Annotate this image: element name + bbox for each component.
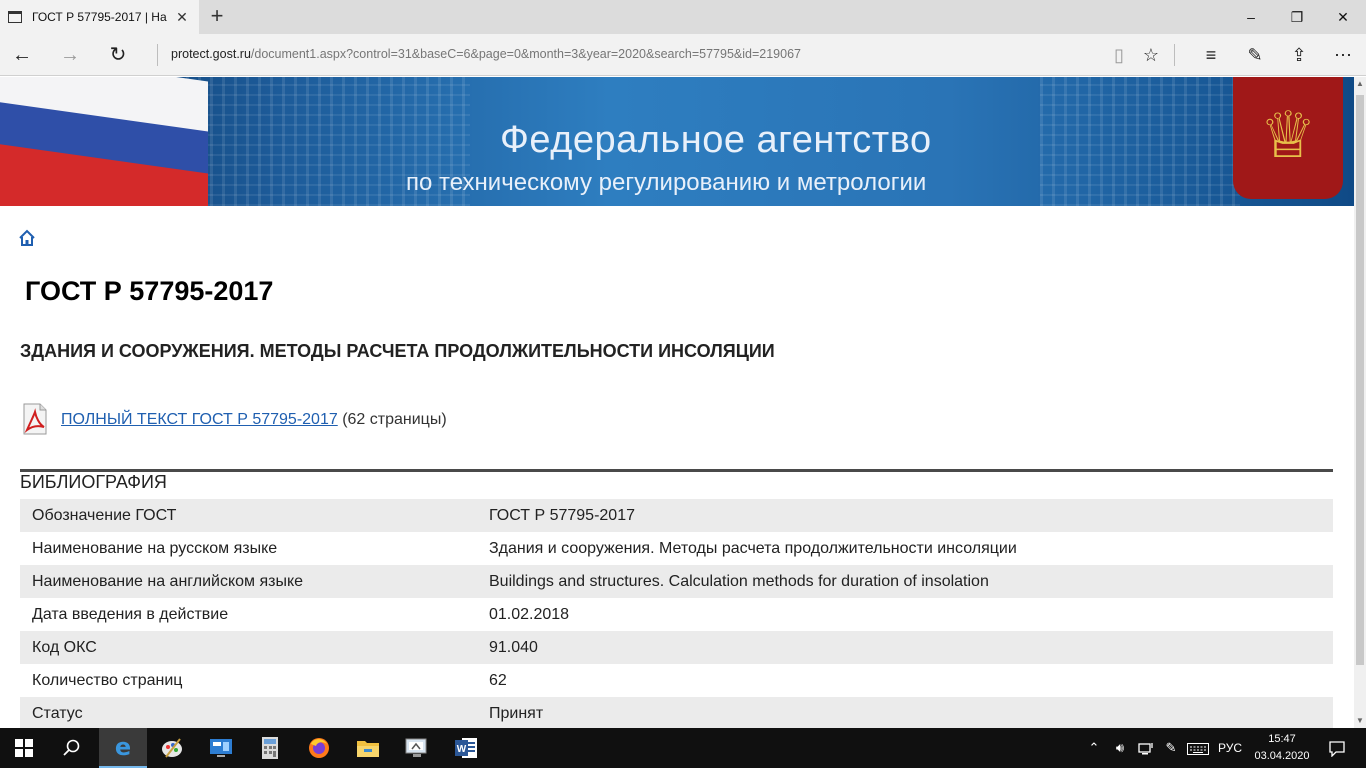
web-note-icon[interactable]: ✎	[1240, 40, 1270, 70]
row-key: Наименование на английском языке	[20, 565, 477, 598]
row-value: 91.040	[477, 631, 1333, 664]
tab-close-button[interactable]: ✕	[172, 8, 192, 26]
russian-flag-image	[0, 77, 208, 206]
tab-title: ГОСТ Р 57795-2017 | На	[32, 10, 167, 24]
table-row: Статус Принят	[20, 697, 1333, 728]
language-indicator[interactable]: РУС	[1214, 728, 1246, 768]
file-explorer-icon[interactable]	[344, 728, 392, 768]
word-icon[interactable]: W	[442, 728, 490, 768]
row-value: 01.02.2018	[489, 605, 570, 623]
row-key: Наименование на русском языке	[32, 539, 278, 557]
home-icon[interactable]	[18, 229, 36, 247]
eagle-icon: ♕	[1259, 99, 1317, 171]
volume-icon[interactable]: 🔊︎	[1108, 728, 1132, 768]
browser-tab[interactable]: ГОСТ Р 57795-2017 | На	[0, 0, 199, 34]
chevron-up-icon[interactable]: ⌃	[1084, 728, 1104, 768]
table-row: Наименование на русском языке Здания и с…	[20, 532, 1333, 565]
full-text-link[interactable]: ПОЛНЫЙ ТЕКСТ ГОСТ Р 57795-2017	[61, 411, 338, 428]
network-icon[interactable]	[1134, 728, 1158, 768]
edge-browser-icon[interactable]: e	[99, 728, 147, 768]
divider	[157, 44, 158, 66]
scrollbar-thumb[interactable]	[1356, 95, 1364, 665]
page-viewport: Федеральное агентство по техническому ре…	[0, 77, 1354, 728]
url-host: protect.gost.ru	[171, 47, 251, 61]
favorite-star-icon[interactable]: ☆	[1136, 40, 1166, 70]
svg-text:W: W	[457, 744, 467, 755]
row-value: Принят	[477, 697, 1333, 728]
row-key: Статус	[20, 697, 477, 728]
vertical-scrollbar[interactable]: ▲ ▼	[1354, 77, 1366, 728]
header-banner: Федеральное агентство по техническому ре…	[0, 77, 1354, 206]
clock[interactable]: 15:47 03.04.2020	[1252, 731, 1312, 765]
agency-subtitle: по техническому регулированию и метролог…	[406, 169, 927, 196]
start-windows-icon[interactable]	[0, 728, 48, 768]
row-key: Код ОКС	[20, 631, 477, 664]
more-icon[interactable]: ⋯	[1328, 40, 1358, 70]
remote-desktop-icon[interactable]	[393, 728, 441, 768]
clock-time: 15:47	[1268, 733, 1296, 745]
agency-title: Федеральное агентство	[500, 119, 932, 161]
page-title: ГОСТ Р 57795-2017	[25, 276, 274, 306]
bibliography-table: Обозначение ГОСТ ГОСТ Р 57795-2017 Наиме…	[20, 499, 1333, 728]
row-key: Обозначение ГОСТ	[20, 499, 477, 532]
refresh-icon[interactable]: ↻	[102, 40, 134, 70]
pen-icon[interactable]: ✎	[1160, 728, 1182, 768]
firefox-icon[interactable]	[295, 728, 343, 768]
coat-of-arms-emblem: ♕	[1233, 77, 1343, 199]
tab-strip: ГОСТ Р 57795-2017 | На ✕ + – ❐ ✕	[0, 0, 1366, 34]
table-row: Количество страниц 62	[20, 664, 1333, 697]
reading-view-icon[interactable]: ▯	[1104, 40, 1134, 70]
paint-app-icon[interactable]	[148, 728, 196, 768]
page-icon	[8, 11, 22, 23]
row-key: Количество страниц	[32, 671, 183, 689]
pdf-icon[interactable]	[22, 403, 48, 435]
divider	[1174, 44, 1175, 66]
calculator-icon[interactable]	[246, 728, 294, 768]
document-subtitle: ЗДАНИЯ И СООРУЖЕНИЯ. МЕТОДЫ РАСЧЕТА ПРОД…	[20, 341, 775, 361]
table-row: Наименование на английском языке Buildin…	[20, 565, 1333, 598]
search-icon[interactable]	[48, 728, 96, 768]
keyboard-icon[interactable]	[1184, 728, 1212, 768]
table-row: Дата введения в действие 01.02.2018	[20, 598, 1333, 631]
new-tab-button[interactable]: +	[205, 4, 229, 28]
scroll-up-icon[interactable]: ▲	[1354, 77, 1366, 91]
scroll-down-icon[interactable]: ▼	[1354, 714, 1366, 728]
section-divider	[20, 469, 1333, 472]
row-value: Buildings and structures. Calculation me…	[477, 565, 1333, 598]
back-icon[interactable]: ←	[6, 40, 38, 70]
building-graphic	[1040, 77, 1240, 206]
close-window-button[interactable]: ✕	[1320, 0, 1366, 34]
forward-icon[interactable]: →	[54, 40, 86, 70]
navigation-bar: ← → ↻ protect.gost.ru/document1.aspx?con…	[0, 34, 1366, 76]
url-path: /document1.aspx?control=31&baseC=6&page=…	[250, 47, 801, 61]
address-bar[interactable]: protect.gost.ru/document1.aspx?control=3…	[171, 47, 801, 61]
hub-icon[interactable]: ≡	[1196, 40, 1226, 70]
pages-note: (62 страницы)	[342, 411, 447, 428]
restore-button[interactable]: ❐	[1274, 0, 1320, 34]
minimize-button[interactable]: –	[1228, 0, 1274, 34]
table-row: Обозначение ГОСТ ГОСТ Р 57795-2017	[20, 499, 1333, 532]
row-value: 62	[489, 671, 507, 689]
bibliography-heading: БИБЛИОГРАФИЯ	[20, 472, 167, 492]
share-icon[interactable]: ⇪	[1284, 40, 1314, 70]
row-value: Здания и сооружения. Методы расчета прод…	[489, 539, 1017, 557]
clock-date: 03.04.2020	[1254, 750, 1310, 762]
full-text-line: ПОЛНЫЙ ТЕКСТ ГОСТ Р 57795-2017 (62 стран…	[61, 411, 447, 429]
taskbar: e W ⌃ 🔊︎ ✎ РУС 15:47 03.04.2020	[0, 728, 1366, 768]
row-key: Дата введения в действие	[32, 605, 229, 623]
table-row: Код ОКС 91.040	[20, 631, 1333, 664]
notifications-icon[interactable]	[1320, 728, 1354, 768]
row-value: ГОСТ Р 57795-2017	[477, 499, 1333, 532]
control-panel-icon[interactable]	[197, 728, 245, 768]
